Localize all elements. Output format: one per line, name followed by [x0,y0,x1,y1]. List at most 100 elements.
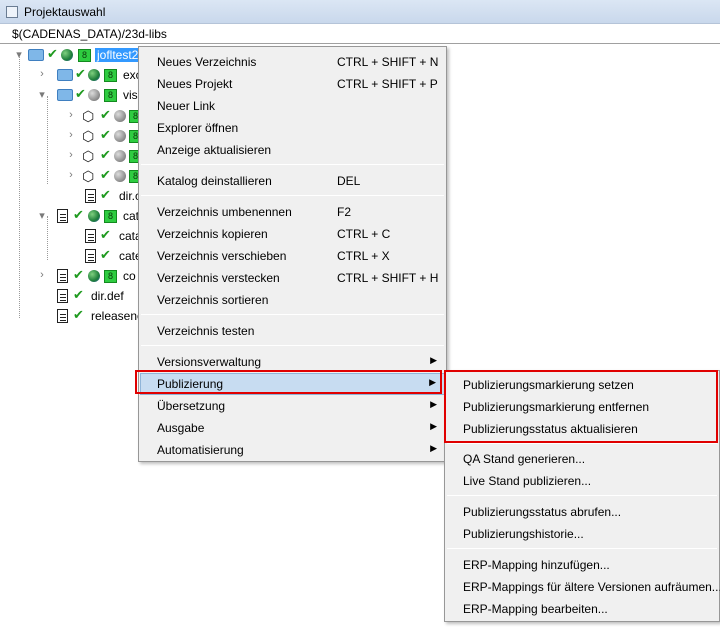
menu-item-refresh-view[interactable]: Anzeige aktualisieren [140,139,445,161]
menu-item-uninstall-catalog[interactable]: Katalog deinstallieren DEL [140,170,445,192]
folder-icon [57,69,73,81]
tree-node[interactable]: ▾ ✔ 8 cata [0,206,160,226]
tree-node[interactable]: › ⬡ ✔ 8 [0,126,160,146]
menu-item-new-project[interactable]: Neues Projekt CTRL + SHIFT + P [140,73,445,95]
tree-node[interactable]: ▾ ✔ 8 vis [0,85,160,105]
submenu-item-publish-history[interactable]: Publizierungshistorie... [446,523,718,545]
document-icon [57,309,68,323]
menu-item-shortcut: CTRL + C [337,227,391,241]
check-icon: ✔ [75,66,86,81]
menu-item-label: ERP-Mapping bearbeiten... [463,602,608,616]
globe-icon [88,210,100,222]
submenu-item-publish-live[interactable]: Live Stand publizieren... [446,470,718,492]
path-bar[interactable]: $(CADENAS_DATA)/23d-libs [0,24,720,44]
tree-node-label[interactable]: releasenc [91,309,143,323]
menu-item-shortcut: CTRL + X [337,249,390,263]
tree-node[interactable]: › ⬡ ✔ 8 [0,106,160,126]
check-icon: ✔ [73,267,84,282]
menu-item-publishing[interactable]: Publizierung ▶ [140,373,445,395]
expand-icon[interactable]: › [66,149,76,161]
menu-item-label: Neues Verzeichnis [157,55,257,69]
status-badge-icon: 8 [104,210,117,223]
document-icon [57,269,68,283]
menu-item-automation[interactable]: Automatisierung ▶ [140,439,445,461]
menu-item-label: Versionsverwaltung [157,355,262,369]
menu-item-label: ERP-Mappings für ältere Versionen aufräu… [463,580,720,594]
menu-item-shortcut: CTRL + SHIFT + H [337,271,439,285]
tree-node-label[interactable]: co [123,269,136,283]
tree-node-root[interactable]: ▾ ✔ 8 jofltest2 [0,45,160,65]
menu-item-shortcut: CTRL + SHIFT + N [337,55,439,69]
menu-item-label: Übersetzung [157,399,226,413]
check-icon: ✔ [73,307,84,322]
menu-item-sort-directory[interactable]: Verzeichnis sortieren [140,289,445,311]
status-badge-icon: 8 [104,89,117,102]
document-icon [85,189,96,203]
menu-item-test-directory[interactable]: Verzeichnis testen [140,320,445,342]
menu-item-output[interactable]: Ausgabe ▶ [140,417,445,439]
expand-icon[interactable]: › [37,269,47,281]
menu-item-translation[interactable]: Übersetzung ▶ [140,395,445,417]
menu-item-hide-directory[interactable]: Verzeichnis verstecken CTRL + SHIFT + H [140,267,445,289]
collapse-icon[interactable]: ▾ [37,88,47,101]
menu-item-new-directory[interactable]: Neues Verzeichnis CTRL + SHIFT + N [140,51,445,73]
menu-item-new-link[interactable]: Neuer Link [140,95,445,117]
tree-node[interactable]: ✔ dir.c [0,186,160,206]
check-icon: ✔ [100,227,111,242]
document-icon [57,209,68,223]
tree-connector [47,96,48,184]
menu-item-shortcut: DEL [337,174,361,188]
menu-separator [141,314,444,315]
menu-item-label: Verzeichnis verschieben [157,249,287,263]
folder-open-icon [28,49,44,61]
tree-node-label[interactable]: dir.def [91,289,124,303]
submenu-item-cleanup-erp-mappings[interactable]: ERP-Mappings für ältere Versionen aufräu… [446,576,720,598]
submenu-item-remove-publish-mark[interactable]: Publizierungsmarkierung entfernen [446,396,718,418]
menu-item-label: Explorer öffnen [157,121,239,135]
menu-item-version-control[interactable]: Versionsverwaltung ▶ [140,351,445,373]
expand-icon[interactable]: › [37,68,47,80]
menu-item-rename-directory[interactable]: Verzeichnis umbenennen F2 [140,201,445,223]
submenu-item-fetch-publish-status[interactable]: Publizierungsstatus abrufen... [446,501,718,523]
globe-icon [114,170,126,182]
submenu-item-edit-erp-mapping[interactable]: ERP-Mapping bearbeiten... [446,598,718,620]
check-icon: ✔ [100,107,111,122]
globe-icon [114,150,126,162]
tree-node[interactable]: › ✔ 8 co [0,266,160,286]
expand-icon[interactable]: › [66,129,76,141]
menu-item-open-explorer[interactable]: Explorer öffnen [140,117,445,139]
menu-separator [447,548,717,549]
check-icon: ✔ [73,207,84,222]
menu-item-label: Publizierung [157,377,224,391]
globe-icon [114,130,126,142]
expand-icon[interactable]: › [66,109,76,121]
collapse-icon[interactable]: ▾ [37,209,47,222]
tree-node-label[interactable]: jofltest2 [95,48,141,62]
tree-node[interactable]: ✔ releasenc [0,306,160,326]
document-icon [85,229,96,243]
menu-item-move-directory[interactable]: Verzeichnis verschieben CTRL + X [140,245,445,267]
submenu-item-add-erp-mapping[interactable]: ERP-Mapping hinzufügen... [446,554,718,576]
tree-node-label[interactable]: vis [123,88,138,102]
menu-item-copy-directory[interactable]: Verzeichnis kopieren CTRL + C [140,223,445,245]
tree-node[interactable]: ✔ cate [0,246,160,266]
menu-separator [141,195,444,196]
submenu-item-set-publish-mark[interactable]: Publizierungsmarkierung setzen [446,374,718,396]
globe-icon [88,270,100,282]
tree-node[interactable]: › ⬡ ✔ 8 [0,146,160,166]
submenu-item-generate-qa[interactable]: QA Stand generieren... [446,448,718,470]
tree-node[interactable]: ✔ dir.def [0,286,160,306]
expand-icon[interactable]: › [66,169,76,181]
menu-separator [141,345,444,346]
tree-node[interactable]: ✔ cata [0,226,160,246]
path-text: $(CADENAS_DATA)/23d-libs [12,27,167,41]
menu-separator [141,164,444,165]
cube-icon: ⬡ [82,108,95,124]
tree-node[interactable]: › ✔ 8 exc [0,65,160,85]
menu-separator [447,443,717,444]
cube-icon: ⬡ [82,168,95,184]
menu-item-shortcut: CTRL + SHIFT + P [337,77,438,91]
submenu-item-update-publish-status[interactable]: Publizierungsstatus aktualisieren [446,418,718,440]
window-title: Projektauswahl [24,5,106,19]
tree-node[interactable]: › ⬡ ✔ 8 [0,166,160,186]
